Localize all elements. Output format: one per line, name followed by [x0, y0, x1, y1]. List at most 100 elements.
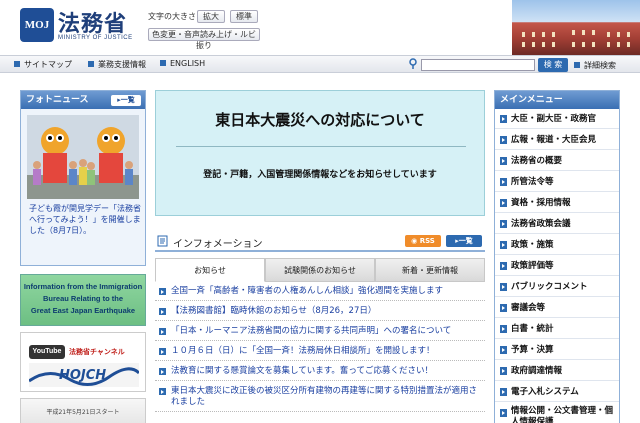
font-size-large-button[interactable]: 拡大 [197, 10, 225, 23]
main-menu-title: メインメニュー [500, 95, 563, 105]
list-item[interactable]: 全国一斉「高齢者・障害者の人権あんしん相談」強化週間を実施します [155, 283, 485, 301]
menu-item-laws[interactable]: 所管法令等 [495, 172, 619, 192]
menu-item-recruit[interactable]: 資格・採用情報 [495, 193, 619, 213]
font-size-standard-button[interactable]: 標準 [230, 10, 258, 23]
menu-item-label: 大臣・副大臣・政務官 [511, 114, 597, 124]
menu-item-evaluation[interactable]: 政策評価等 [495, 256, 619, 276]
judge-banner-text: 平成21年5月21日スタート [46, 409, 120, 416]
tab-notices[interactable]: お知らせ [155, 258, 265, 282]
news-item-text: 「日本・ルーマニア法務省間の協力に関する共同声明」への署名について [171, 326, 452, 336]
tab-exam-notices[interactable]: 試験関係のお知らせ [265, 258, 375, 282]
earthquake-title: 東日本大震災への対応について [215, 111, 425, 129]
tab-new-updates[interactable]: 新着・更新情報 [375, 258, 485, 282]
utility-bar: サイトマップ 業務支援情報 ENGLISH 検 索 詳細検索 [0, 55, 640, 73]
menu-item-label: 政府調達情報 [511, 366, 563, 376]
search-button[interactable]: 検 索 [538, 58, 568, 72]
rss-label: RSS [419, 237, 435, 245]
accessibility-tools-button[interactable]: 色変更・音声読み上げ・ルビ振り [148, 28, 260, 50]
arrow-icon [500, 283, 507, 291]
menu-item-e-bidding[interactable]: 電子入札システム [495, 382, 619, 402]
arrow-icon [500, 199, 507, 207]
menu-item-label: 法務省の概要 [511, 156, 563, 166]
site-title[interactable]: 法務省 [58, 6, 127, 38]
rss-icon: ◉ [411, 237, 418, 245]
menu-item-disclosure[interactable]: 情報公開・公文書管理・個人情報保護 [495, 403, 619, 423]
photo-news-caption-link[interactable]: 子ども霞が関見学デー「法務省へ行ってみよう！」を開催しました（8月7日）。 [29, 203, 141, 236]
menu-item-overview[interactable]: 法務省の概要 [495, 151, 619, 171]
news-photo[interactable] [27, 115, 139, 199]
sitemap-link[interactable]: サイトマップ [14, 59, 72, 70]
earthquake-response-box[interactable]: 東日本大震災への対応について 登記・戸籍，入国管理関係情報などをお知らせしていま… [155, 90, 485, 216]
svg-text:HOJCH: HOJCH [59, 368, 106, 383]
header-building-photo [512, 0, 640, 55]
youtube-logo-icon: YouTube [29, 345, 65, 359]
arrow-icon [500, 262, 507, 270]
list-item[interactable]: 法教育に関する懸賞論文を募集しています。奮ってご応募ください！ [155, 363, 485, 381]
menu-item-procurement[interactable]: 政府調達情報 [495, 361, 619, 381]
immigration-banner-line-2: Bureau Relating to the [42, 294, 123, 303]
photo-news-list-label: 一覧 [120, 96, 135, 104]
menu-item-ministers[interactable]: 大臣・副大臣・政務官 [495, 109, 619, 129]
business-support-link[interactable]: 業務支援情報 [88, 59, 146, 70]
menu-item-label: 政策評価等 [511, 261, 554, 271]
sitemap-label: サイトマップ [24, 60, 72, 69]
arrow-bullet-icon [159, 388, 166, 395]
search-input[interactable] [421, 59, 535, 71]
children-group-illustration [27, 115, 139, 199]
news-item-text: 東日本大震災に改正後の被災区分所有建物の再建等に関する特別措置法が適用されました [171, 386, 478, 407]
arrow-icon [500, 346, 507, 354]
search-icon [409, 58, 417, 69]
list-item[interactable]: 「日本・ルーマニア法務省間の協力に関する共同声明」への署名について [155, 323, 485, 341]
arrow-icon [500, 367, 507, 375]
menu-item-budget[interactable]: 予算・決算 [495, 340, 619, 360]
menu-item-label: 資格・採用情報 [511, 198, 571, 208]
arrow-icon [500, 241, 507, 249]
information-header: インフォメーション ◉ RSS ▸一覧 [155, 232, 485, 252]
page: MOJ 法務省 MINISTRY OF JUSTICE 文字の大きさ 拡大 標準… [0, 0, 640, 423]
menu-item-policy-council[interactable]: 法務省政策会議 [495, 214, 619, 234]
menu-item-councils[interactable]: 審議会等 [495, 298, 619, 318]
list-item[interactable]: 【法務図書館】臨時休館のお知らせ（8月26，27日） [155, 303, 485, 321]
arrow-bullet-icon [159, 348, 166, 355]
information-list-label: 一覧 [458, 237, 473, 245]
advanced-search-link[interactable]: 詳細検索 [574, 60, 616, 71]
list-item[interactable]: 東日本大震災に改正後の被災区分所有建物の再建等に関する特別措置法が適用されました [155, 383, 485, 412]
earthquake-subtitle: 登記・戸籍，入国管理関係情報などをお知らせしています [203, 170, 437, 180]
list-item[interactable]: １０月６日（日）に「全国一斉！法務局休日相談所」を開設します！ [155, 343, 485, 361]
divider [176, 146, 466, 147]
menu-item-white-papers[interactable]: 白書・統計 [495, 319, 619, 339]
square-bullet-icon [88, 61, 94, 67]
header: MOJ 法務省 MINISTRY OF JUSTICE 文字の大きさ 拡大 標準… [0, 0, 640, 55]
arrow-bullet-icon [159, 288, 166, 295]
arrow-icon [500, 220, 507, 228]
arrow-icon [500, 178, 507, 186]
menu-item-label: 法務省政策会議 [511, 219, 571, 229]
menu-item-press[interactable]: 広報・報道・大臣会見 [495, 130, 619, 150]
immigration-banner[interactable]: Information from the Immigration Bureau … [20, 274, 146, 326]
arrow-icon [500, 409, 507, 417]
pencil-note-icon [157, 235, 168, 247]
arrow-icon [500, 325, 507, 333]
main-menu: メインメニュー 大臣・副大臣・政務官 広報・報道・大臣会見 法務省の概要 所管法… [494, 90, 620, 423]
menu-item-policies[interactable]: 政策・施策 [495, 235, 619, 255]
english-link[interactable]: ENGLISH [160, 59, 205, 68]
photo-news-list-button[interactable]: ▸一覧 [111, 95, 141, 106]
menu-item-label: 審議会等 [511, 303, 546, 313]
square-bullet-icon [160, 60, 166, 66]
news-item-text: １０月６日（日）に「全国一斉！法務局休日相談所」を開設します！ [171, 346, 435, 356]
moj-logo-icon[interactable]: MOJ [20, 8, 54, 42]
rss-button[interactable]: ◉ RSS [405, 235, 441, 247]
arrow-icon [500, 136, 507, 144]
menu-item-label: 政策・施策 [511, 240, 554, 250]
arrow-bullet-icon [159, 368, 166, 375]
information-list-button[interactable]: ▸一覧 [446, 235, 482, 247]
youtube-channel-banner[interactable]: YouTube 法務省チャンネル HOJCH [20, 332, 146, 392]
english-label: ENGLISH [170, 59, 206, 68]
judge-system-banner[interactable]: 平成21年5月21日スタート [20, 398, 146, 423]
youtube-channel-label: 法務省チャンネル [69, 348, 125, 356]
photo-news-panel: フォトニュース ▸一覧 子ども霞が関見学デー「法務省へ行ってみよう！」を開催しま… [20, 90, 146, 266]
information-title: インフォメーション [173, 239, 263, 250]
menu-item-label: パブリックコメント [511, 282, 588, 292]
menu-item-public-comment[interactable]: パブリックコメント [495, 277, 619, 297]
immigration-banner-line-3: Great East Japan Earthquake [30, 306, 136, 315]
